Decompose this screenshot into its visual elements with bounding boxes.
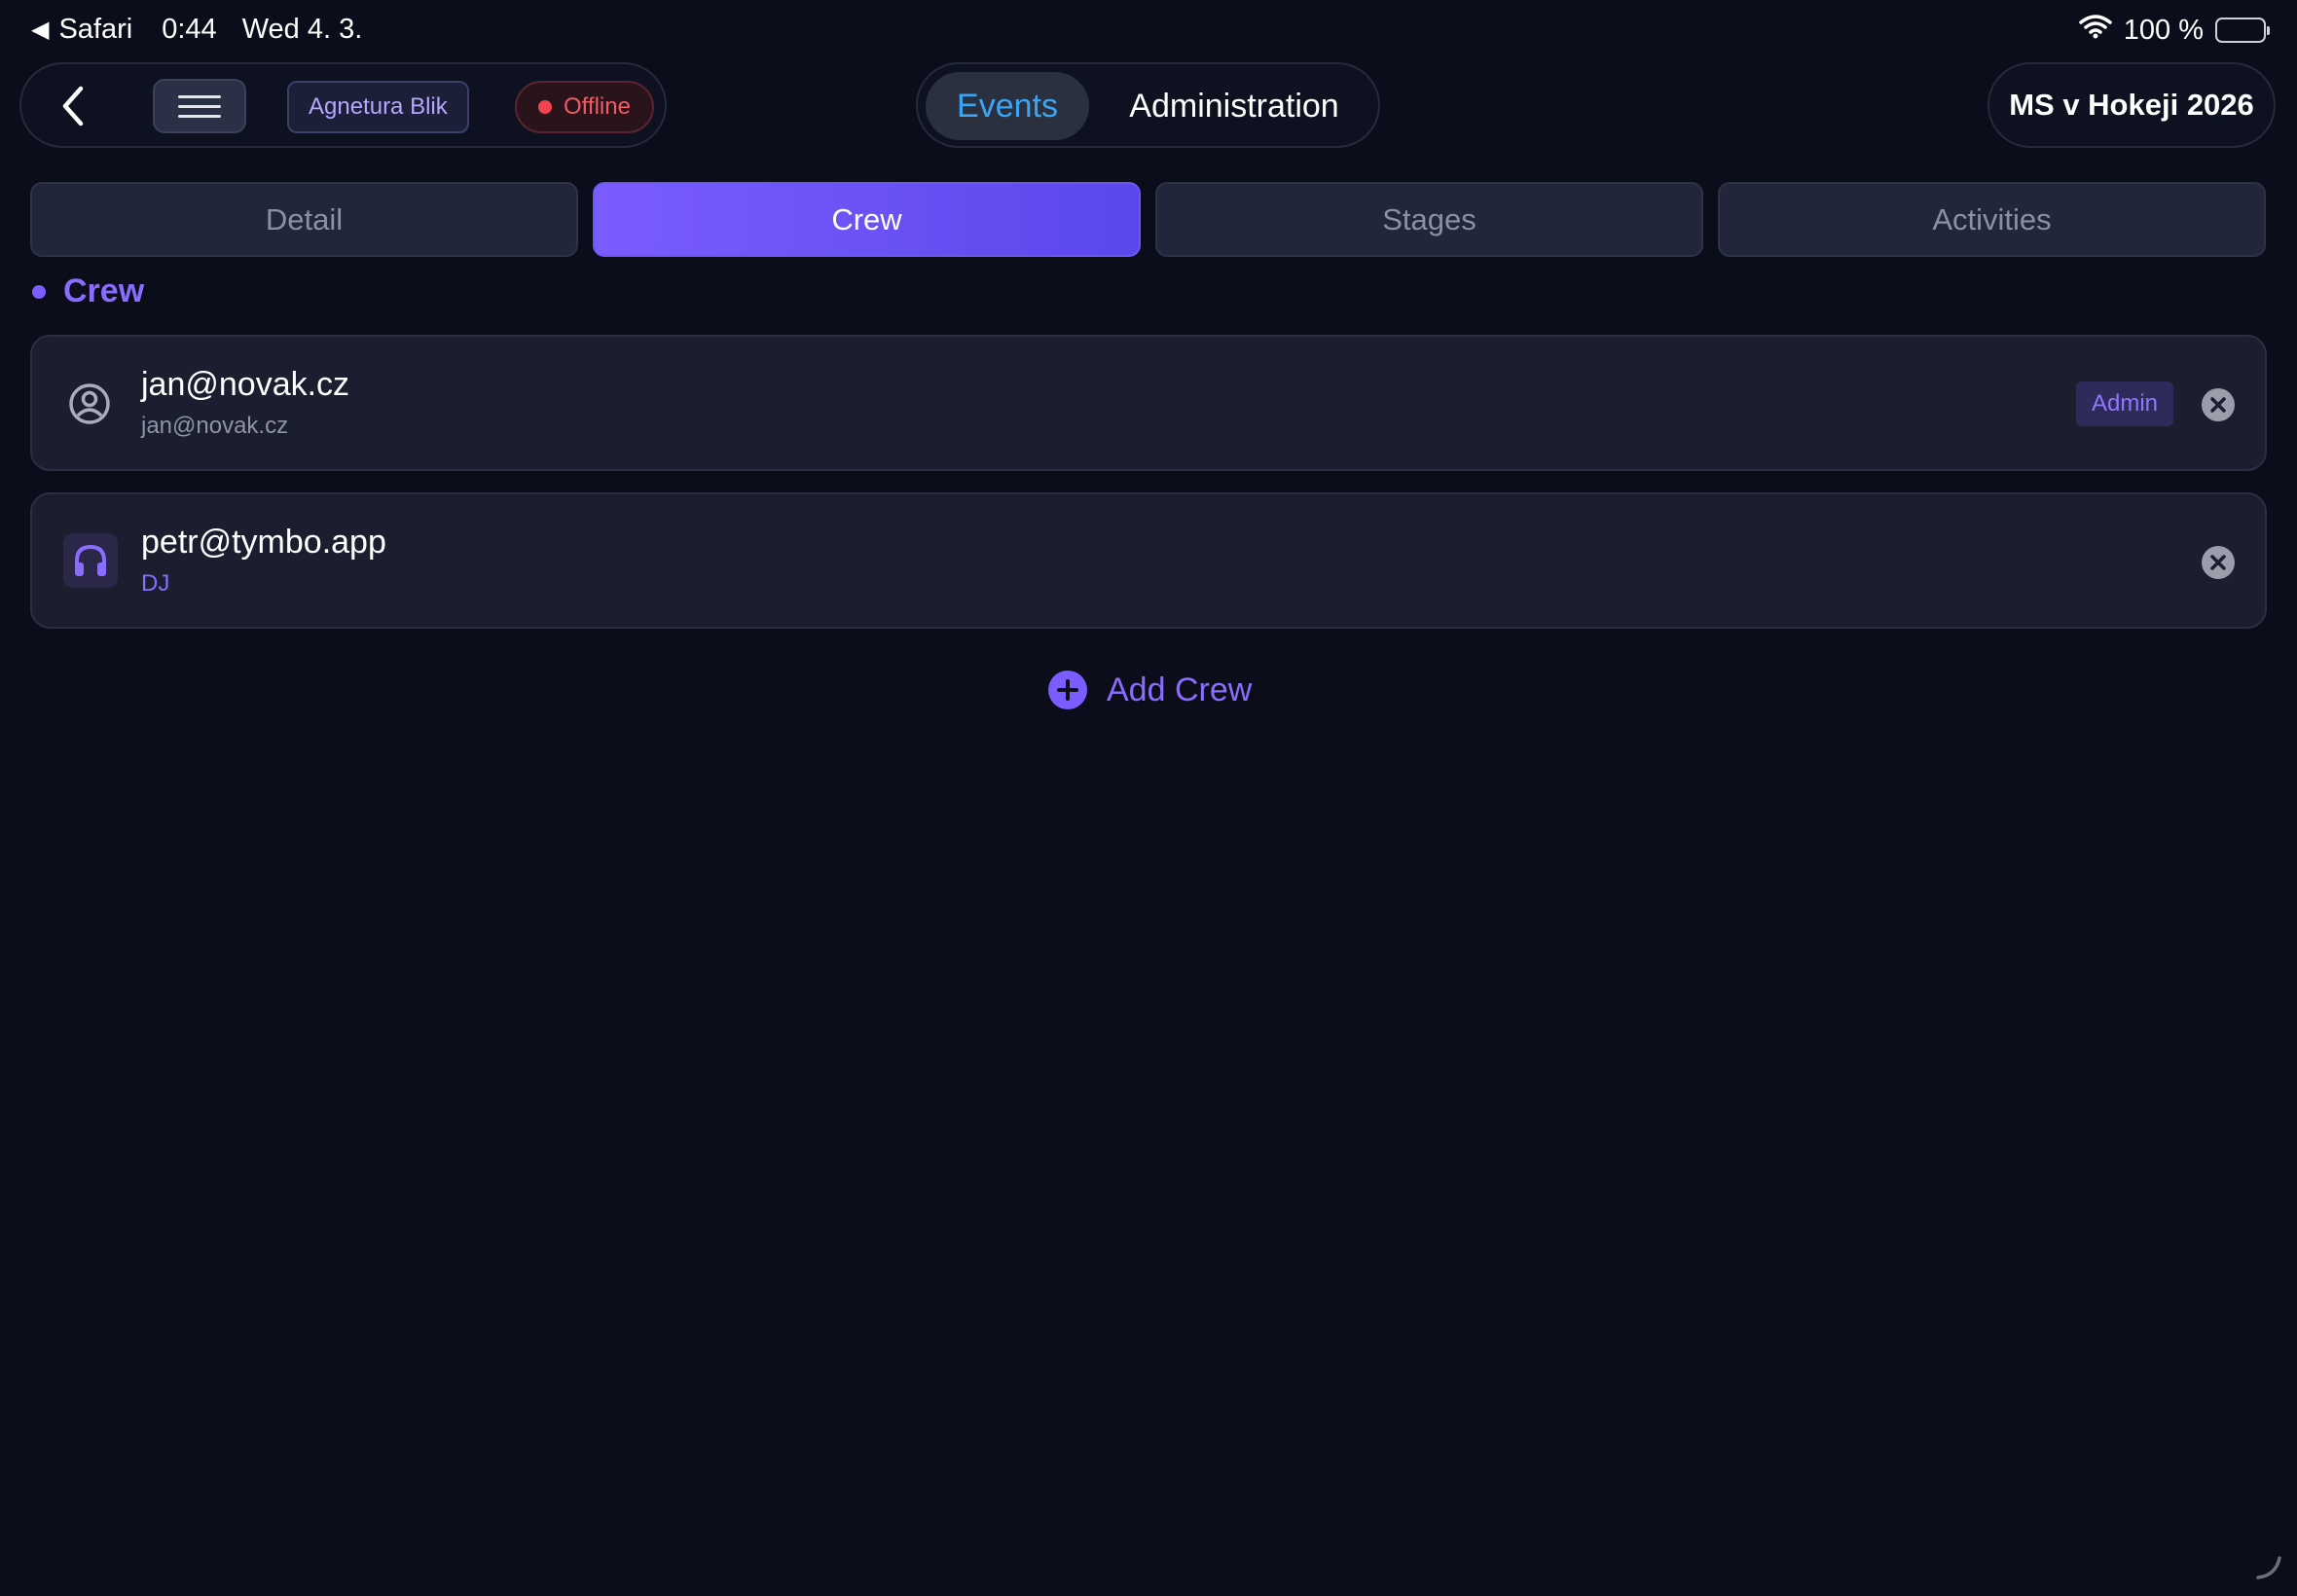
crew-role: DJ — [141, 570, 170, 597]
close-circle-icon — [2202, 546, 2235, 579]
tab-bar: Detail Crew Stages Activities — [30, 182, 2267, 257]
main-nav-segmented: Events Administration — [916, 62, 1380, 148]
back-app-label[interactable]: Safari — [58, 14, 132, 46]
back-button[interactable] — [51, 82, 95, 130]
org-chip[interactable]: Agnetura Blik — [287, 81, 469, 133]
role-badge: Admin — [2075, 381, 2173, 426]
battery-percent: 100 % — [2123, 14, 2204, 46]
status-date: Wed 4. 3. — [241, 14, 363, 45]
wifi-icon — [2079, 14, 2112, 47]
hamburger-icon — [178, 94, 221, 98]
offline-dot-icon — [538, 100, 552, 114]
section-title: Crew — [63, 272, 145, 309]
tab-detail[interactable]: Detail — [30, 182, 578, 257]
crew-name: petr@tymbo.app — [141, 524, 386, 561]
status-time: 0:44 — [162, 14, 217, 45]
crew-name: jan@novak.cz — [141, 366, 350, 403]
header-left-group: Agnetura Blik Offline — [19, 62, 667, 148]
headphones-icon — [63, 533, 118, 588]
crew-list-item[interactable]: jan@novak.cz jan@novak.cz Admin — [30, 335, 2267, 471]
section-header: Crew — [32, 272, 144, 310]
connection-status-badge: Offline — [515, 81, 654, 133]
close-circle-icon — [2202, 388, 2235, 421]
add-crew-label: Add Crew — [1107, 671, 1253, 708]
crew-list-item[interactable]: petr@tymbo.app DJ — [30, 492, 2267, 629]
tab-crew[interactable]: Crew — [593, 182, 1141, 257]
remove-crew-button[interactable] — [2201, 387, 2236, 422]
plus-circle-icon — [1048, 671, 1087, 709]
status-bar: ◀ Safari 0:44 Wed 4. 3. 100 % — [0, 0, 2297, 60]
connection-status-label: Offline — [564, 93, 631, 120]
event-selector[interactable]: MS v Hokeji 2026 — [1987, 62, 2276, 148]
menu-button[interactable] — [153, 79, 246, 133]
nav-administration[interactable]: Administration — [1103, 72, 1366, 140]
nav-events[interactable]: Events — [926, 72, 1089, 140]
tab-activities[interactable]: Activities — [1718, 182, 2266, 257]
resize-handle-icon — [2254, 1552, 2283, 1586]
section-bullet-icon — [32, 284, 46, 299]
person-circle-icon — [65, 380, 114, 428]
remove-crew-button[interactable] — [2201, 545, 2236, 580]
add-crew-button[interactable]: Add Crew — [1048, 671, 1252, 709]
battery-icon — [2215, 18, 2270, 43]
chevron-left-icon — [62, 86, 84, 127]
back-to-app-icon[interactable]: ◀ — [31, 16, 49, 44]
tab-stages[interactable]: Stages — [1155, 182, 1703, 257]
crew-email: jan@novak.cz — [141, 413, 289, 439]
